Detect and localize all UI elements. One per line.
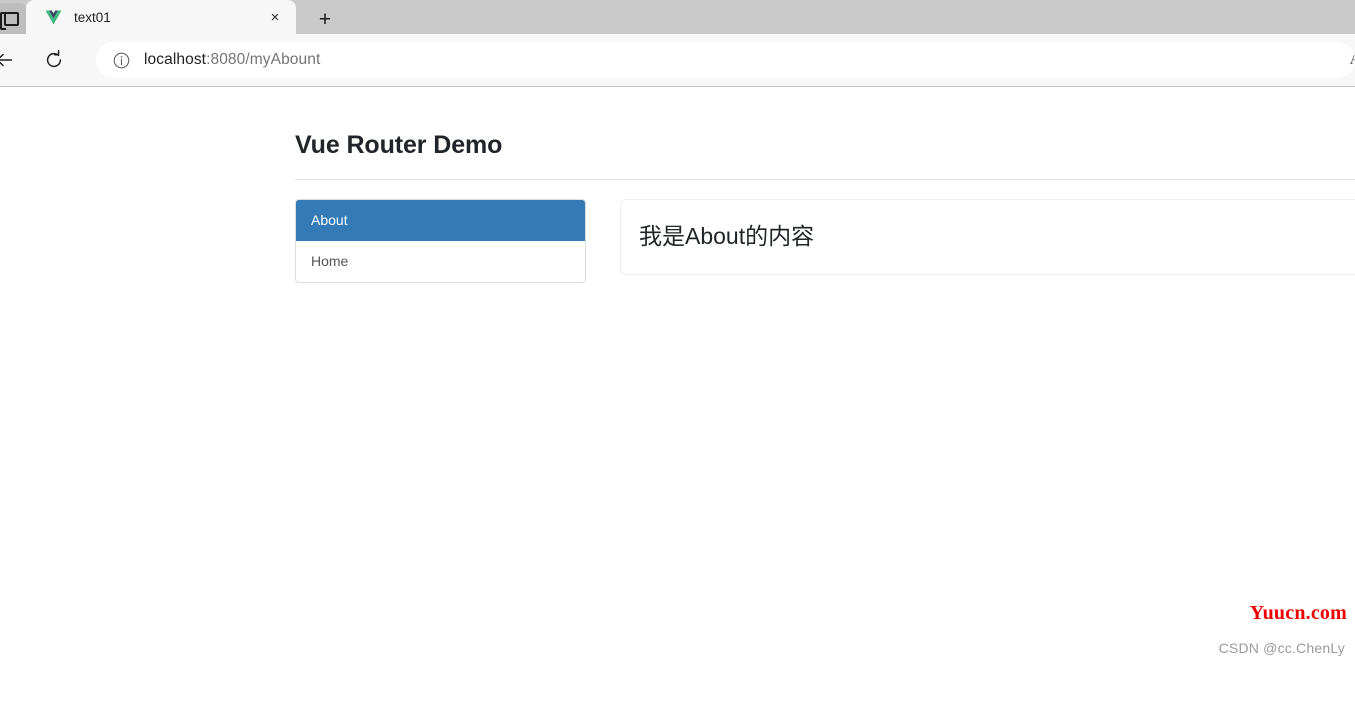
browser-tab[interactable]: text01 ×	[26, 0, 296, 34]
close-icon[interactable]: ×	[264, 6, 286, 28]
sidebar-item-home[interactable]: Home	[296, 241, 585, 282]
url-host: localhost	[144, 51, 207, 68]
address-bar[interactable]: localhost:8080/myAbount A	[96, 42, 1355, 78]
site-info-icon[interactable]	[110, 49, 132, 71]
vertical-tabs-icon	[0, 11, 19, 30]
reload-icon	[46, 49, 62, 68]
browser-window: text01 × + localhost:8080/myAbount Vue R…	[0, 0, 1355, 718]
url-path: :8080/myAbount	[206, 51, 321, 68]
router-view-panel: 我是About的内容	[620, 199, 1355, 275]
page-title: Vue Router Demo	[295, 131, 503, 159]
back-arrow-icon	[0, 53, 13, 67]
back-button[interactable]	[0, 42, 22, 78]
nav-column: About Home	[295, 199, 586, 283]
tab-title: text01	[74, 9, 111, 25]
new-tab-button[interactable]: +	[298, 4, 352, 34]
sidebar-item-about[interactable]: About	[296, 200, 585, 242]
router-view-text: 我是About的内容	[639, 223, 815, 250]
page-viewport: Vue Router Demo About Home 我是About的内容 Yu…	[0, 87, 1355, 718]
watermark-primary: Yuucn.com	[1249, 602, 1347, 624]
browser-toolbar: localhost:8080/myAbount A	[0, 34, 1355, 87]
vue-logo-icon	[44, 8, 62, 26]
favorites-icon[interactable]: A	[1349, 51, 1355, 69]
tab-strip: text01 × +	[0, 0, 1355, 34]
page-container: Vue Router Demo About Home 我是About的内容	[295, 87, 1355, 283]
content-column: 我是About的内容	[620, 199, 1355, 275]
reload-button[interactable]	[36, 42, 72, 78]
router-link-list: About Home	[295, 199, 586, 283]
watermark-secondary: CSDN @cc.ChenLy	[1218, 640, 1345, 656]
vertical-tabs-button[interactable]	[0, 3, 26, 34]
content-row: About Home 我是About的内容	[295, 199, 1355, 283]
horizontal-rule	[295, 179, 1355, 180]
url-text[interactable]: localhost:8080/myAbount	[144, 51, 1349, 69]
